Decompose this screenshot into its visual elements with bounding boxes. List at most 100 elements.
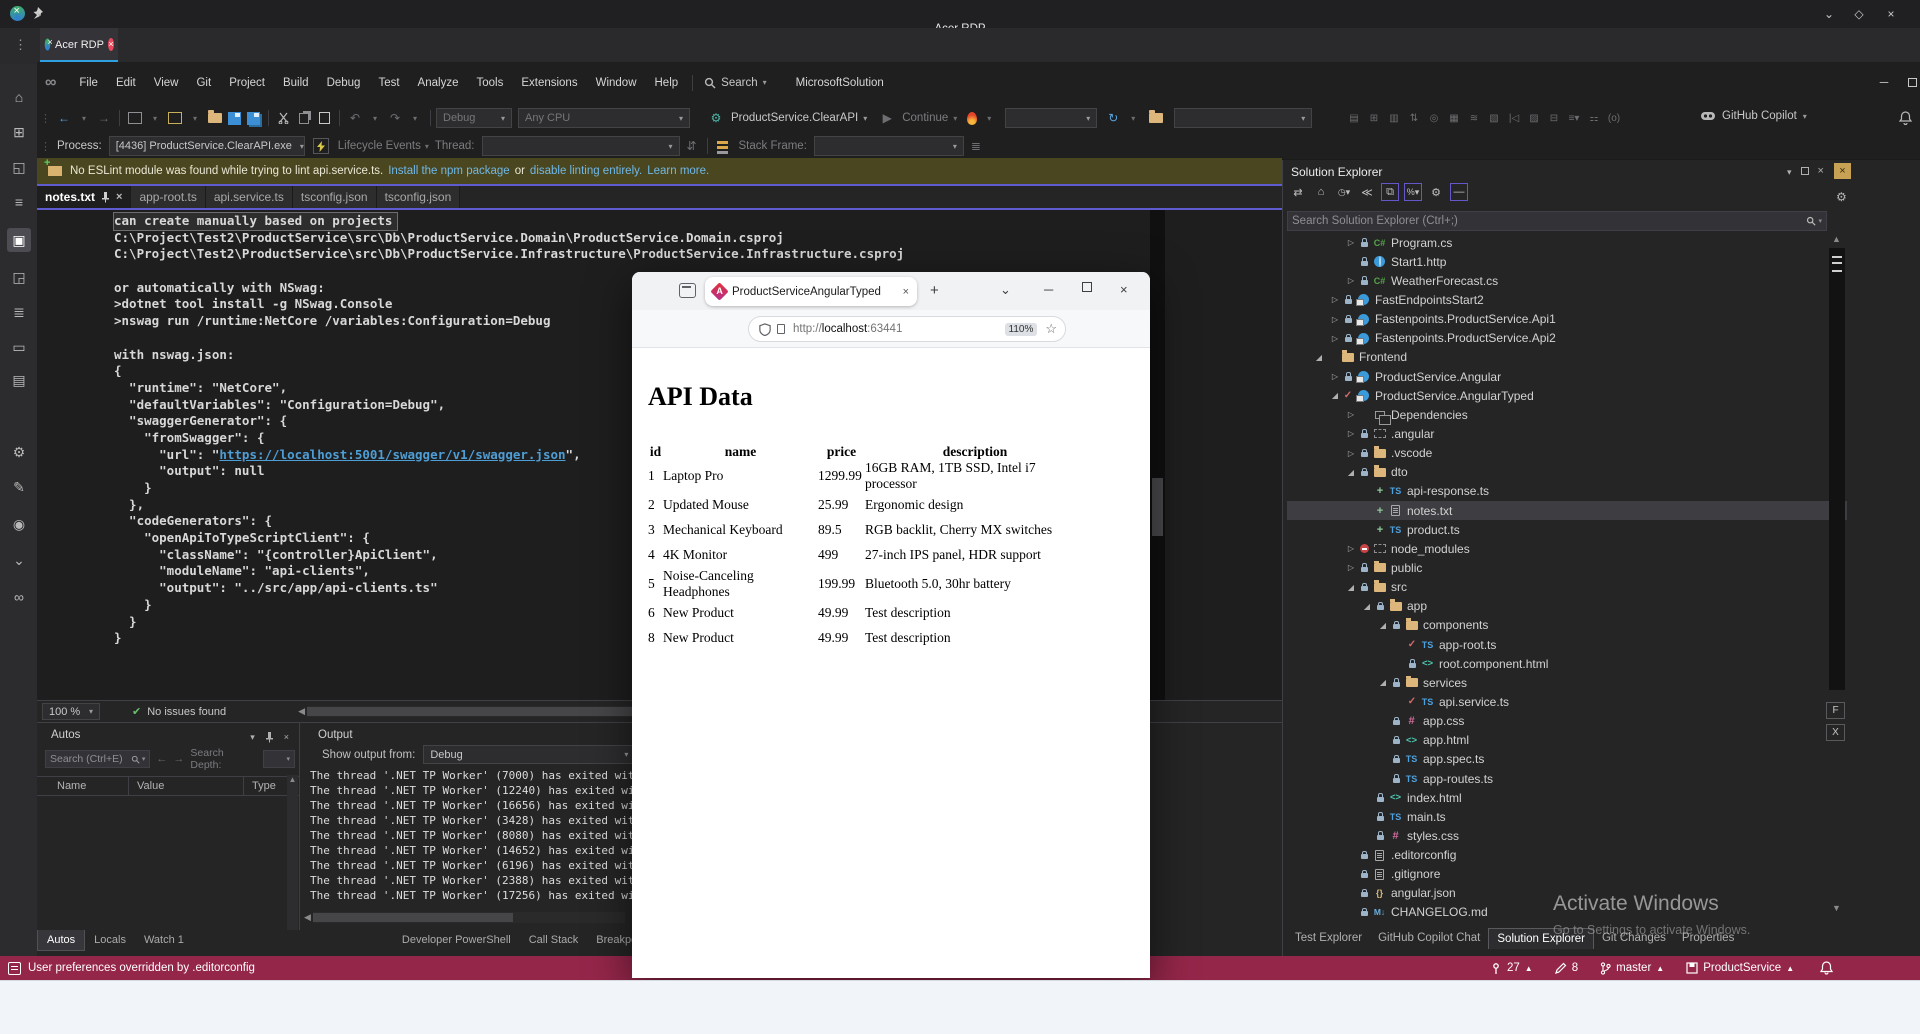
vs-minimize-icon[interactable]: ─	[1877, 75, 1891, 89]
tree-item-fastenpoints-productservice-api1[interactable]: ▷ Fastenpoints.ProductService.Api1	[1287, 310, 1847, 329]
code-line-4[interactable]: or automatically with NSwag:	[114, 280, 325, 295]
code-line-19[interactable]: "openApiToTypeScriptClient": {	[114, 530, 370, 545]
se-search-input[interactable]: Search Solution Explorer (Ctrl+;) ▾	[1287, 211, 1827, 231]
pin-icon[interactable]	[30, 6, 44, 22]
editor-zoom-dropdown[interactable]: 100 % ▾	[42, 703, 100, 720]
tree-expanded-arrow-icon[interactable]: ◢	[1361, 602, 1373, 611]
hscroll-left-icon[interactable]: ◀	[298, 706, 305, 717]
tree-item-app-root-ts[interactable]: ✓ TS app-root.ts	[1287, 635, 1847, 654]
new-project-icon[interactable]	[127, 110, 143, 126]
new-file-icon[interactable]	[167, 110, 183, 126]
code-line-25[interactable]: }	[114, 630, 122, 645]
vs-search-button[interactable]: Search ▾	[698, 77, 772, 89]
tree-expanded-arrow-icon[interactable]: ◢	[1377, 621, 1389, 630]
output-hscroll-left-icon[interactable]: ◀	[304, 912, 311, 923]
se-tab-test-explorer[interactable]: Test Explorer	[1287, 928, 1370, 948]
repo-status[interactable]: ProductService ▲	[1686, 962, 1794, 974]
keyboard-icon[interactable]: ▤	[7, 368, 31, 392]
toolbar-extra-icon-3[interactable]: ⇅	[1406, 110, 1422, 126]
navigate-back-icon[interactable]: ←	[56, 110, 72, 126]
se-history-icon[interactable]: ◷▾	[1335, 183, 1353, 201]
panel-tab-call-stack[interactable]: Call Stack	[520, 930, 588, 950]
autos-scrollbar[interactable]: ▲	[287, 775, 298, 953]
code-line-15[interactable]: "output": null	[114, 463, 264, 478]
menu-edit[interactable]: Edit	[107, 72, 145, 94]
menu-test[interactable]: Test	[369, 72, 408, 94]
code-line-20[interactable]: "className": "{controller}ApiClient",	[114, 547, 437, 562]
menu-extensions[interactable]: Extensions	[512, 72, 586, 94]
tree-collapsed-arrow-icon[interactable]: ▷	[1329, 295, 1341, 304]
se-close-icon[interactable]: ×	[1818, 165, 1824, 178]
toolbar-extra-icon-13[interactable]: (o)	[1606, 110, 1622, 126]
toolbar-extra-icon-9[interactable]: ▨	[1526, 110, 1542, 126]
tree-item--editorconfig[interactable]: .editorconfig	[1287, 846, 1847, 865]
tree-item-api-response-ts[interactable]: + TS api-response.ts	[1287, 482, 1847, 501]
tree-item-components[interactable]: ◢ components	[1287, 616, 1847, 635]
code-line-8[interactable]: with nswag.json:	[114, 347, 234, 362]
undo-icon[interactable]: ↶	[347, 110, 363, 126]
redo-icon[interactable]: ↷	[387, 110, 403, 126]
tree-collapsed-arrow-icon[interactable]: ▷	[1345, 449, 1357, 458]
tree-item-fastendpointsstart2[interactable]: ▷ FastEndpointsStart2	[1287, 290, 1847, 309]
se-home-icon[interactable]: ⌂	[1312, 183, 1330, 201]
toolbar-extra-icon-6[interactable]: ≋	[1466, 110, 1482, 126]
tree-collapsed-arrow-icon[interactable]: ▷	[1345, 410, 1357, 419]
strip-letter-x[interactable]: X	[1826, 724, 1845, 741]
code-line-22[interactable]: "output": "../src/app/api-clients.ts"	[114, 580, 437, 595]
eslint-learnmore-link[interactable]: Learn more.	[647, 165, 709, 177]
editor-tab-tsconfig-json-3[interactable]: tsconfig.json	[292, 186, 377, 208]
navigate-forward-icon[interactable]: →	[96, 110, 112, 126]
tree-item-node_modules[interactable]: ▷ node_modules	[1287, 539, 1847, 558]
stackframe-list-icon[interactable]: ≣	[968, 138, 984, 154]
bell-icon[interactable]	[1899, 111, 1912, 125]
page-info-icon[interactable]	[777, 324, 785, 334]
output-source-dropdown[interactable]: Debug ▾	[423, 745, 636, 764]
tree-item-public[interactable]: ▷ public	[1287, 558, 1847, 577]
tree-item-notes-txt[interactable]: + notes.txt	[1287, 500, 1847, 521]
se-preview-icon[interactable]: ⧉	[1381, 183, 1399, 201]
resize-icon[interactable]: ◱	[7, 155, 31, 179]
add-window-icon[interactable]: ⊞	[7, 120, 31, 144]
toolbar-extra-icon-5[interactable]: ▦	[1446, 110, 1462, 126]
tree-collapsed-arrow-icon[interactable]: ▷	[1345, 563, 1357, 572]
find-dropdown[interactable]: ▾	[1174, 108, 1313, 128]
autos-dropdown-icon[interactable]: ▾	[250, 732, 255, 743]
hot-reload-dropdown[interactable]: ▾	[1005, 108, 1098, 128]
tree-item-dto[interactable]: ◢ dto	[1287, 463, 1847, 482]
panel-tab-developer-powershell[interactable]: Developer PowerShell	[393, 930, 520, 950]
code-line-24[interactable]: }	[114, 614, 137, 629]
autos-column-type[interactable]: Type	[244, 776, 292, 796]
browser-minimize-icon[interactable]: ─	[1044, 282, 1053, 297]
se-scroll-up-icon[interactable]: ▲	[1832, 234, 1841, 244]
rdp-tab-close-icon[interactable]: ×	[107, 38, 114, 51]
stackframe-dropdown[interactable]: ▾	[813, 136, 964, 156]
tree-item--vscode[interactable]: ▷ .vscode	[1287, 444, 1847, 463]
editor-scrollbar[interactable]	[1150, 210, 1165, 700]
panel-tab-locals[interactable]: Locals	[85, 930, 135, 950]
output-hscrollbar[interactable]	[312, 912, 625, 923]
code-line-10[interactable]: "runtime": "NetCore",	[114, 380, 287, 395]
copy-icon[interactable]	[296, 110, 312, 126]
toolbar-extra-icon-1[interactable]: ⊞	[1366, 110, 1382, 126]
tree-item--gitignore[interactable]: .gitignore	[1287, 865, 1847, 884]
panel-tab-autos[interactable]: Autos	[37, 930, 86, 951]
depth-dropdown[interactable]: ▾	[263, 750, 295, 768]
tree-collapsed-arrow-icon[interactable]: ▷	[1345, 429, 1357, 438]
save-all-icon[interactable]	[247, 111, 260, 125]
toolbar-extra-icon-7[interactable]: ▧	[1486, 110, 1502, 126]
browser-tab-close-icon[interactable]: ×	[903, 286, 909, 298]
solution-platform-dropdown[interactable]: Any CPU ▾	[518, 108, 690, 128]
tree-item-program-cs[interactable]: ▷ C# Program.cs	[1287, 233, 1847, 252]
firefox-view-icon[interactable]	[679, 283, 696, 298]
search-forward-icon[interactable]: →	[173, 753, 184, 765]
menu-tools[interactable]: Tools	[467, 72, 512, 94]
rdp-chevron-icon[interactable]: ⌄	[1822, 7, 1836, 21]
se-pending-icon[interactable]: —	[1450, 183, 1468, 201]
code-line-12[interactable]: "swaggerGenerator": {	[114, 413, 287, 428]
swagger-url-link[interactable]: https://localhost:5001/swagger/v1/swagge…	[219, 447, 565, 462]
tree-item-dependencies[interactable]: ▷ Dependencies	[1287, 405, 1847, 425]
toolbar-extra-icon-11[interactable]: ≡▾	[1566, 110, 1582, 126]
issues-status[interactable]: No issues found	[147, 706, 226, 718]
se-dropdown-icon[interactable]: ▾	[1787, 167, 1792, 178]
code-line-7[interactable]	[114, 330, 122, 345]
